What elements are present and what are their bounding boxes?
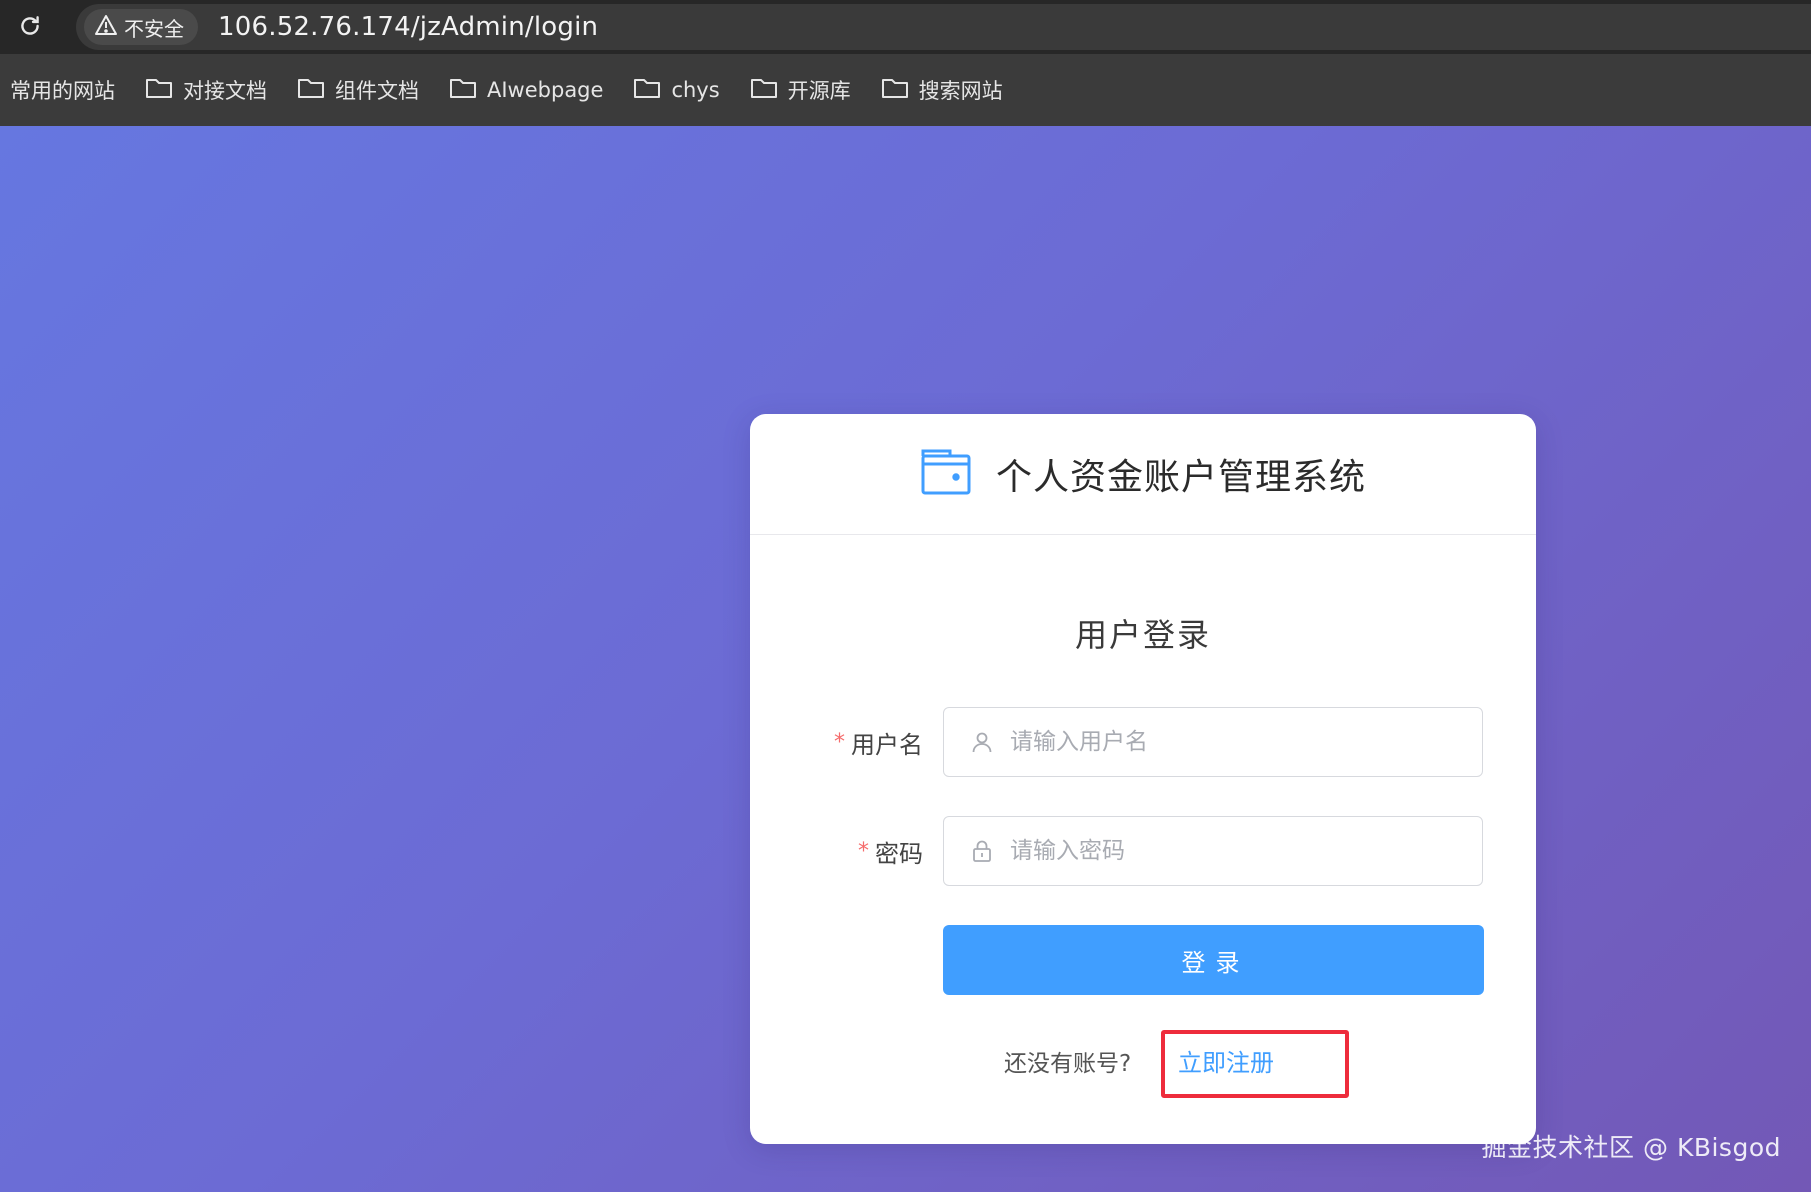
bookmark-folder-component-docs[interactable]: 组件文档 xyxy=(297,75,419,105)
folder-icon xyxy=(881,77,909,104)
folder-icon xyxy=(145,77,173,104)
bookmark-common-sites[interactable]: 常用的网站 xyxy=(10,75,115,105)
bookmark-folder-chys[interactable]: chys xyxy=(633,77,720,104)
bookmark-label: chys xyxy=(671,78,720,102)
password-label: * 密码 xyxy=(858,816,923,886)
url-text[interactable]: 106.52.76.174/jzAdmin/login xyxy=(218,12,598,42)
browser-toolbar: 不安全 106.52.76.174/jzAdmin/login xyxy=(0,0,1811,54)
folder-icon xyxy=(750,77,778,104)
bookmark-folder-aiwebpage[interactable]: AIwebpage xyxy=(449,77,603,104)
user-icon xyxy=(970,730,994,754)
username-field[interactable] xyxy=(943,707,1483,777)
highlight-annotation-box xyxy=(1161,1030,1349,1098)
bookmark-label: 常用的网站 xyxy=(10,79,115,103)
password-label-text: 密码 xyxy=(875,839,923,868)
login-card: 个人资金账户管理系统 用户登录 * 用户名 * 密码 xyxy=(750,414,1536,1144)
lock-icon xyxy=(970,839,994,863)
password-field[interactable] xyxy=(943,816,1483,886)
folder-icon xyxy=(633,77,661,104)
register-row: 还没有账号? 立即注册 xyxy=(750,1026,1536,1098)
bookmark-label: 开源库 xyxy=(787,79,851,103)
bookmark-folder-open-source[interactable]: 开源库 xyxy=(750,75,851,105)
username-row: * 用户名 xyxy=(750,707,1536,777)
bookmark-label: AIwebpage xyxy=(487,78,604,102)
warning-icon xyxy=(94,14,118,41)
login-title: 用户登录 xyxy=(1074,616,1211,654)
wallet-icon xyxy=(920,448,972,500)
bookmark-folder-api-docs[interactable]: 对接文档 xyxy=(145,75,267,105)
required-mark: * xyxy=(834,729,845,755)
reload-icon[interactable] xyxy=(16,12,44,40)
username-label-text: 用户名 xyxy=(851,730,923,759)
system-title: 个人资金账户管理系统 xyxy=(995,457,1366,498)
bookmark-label: 组件文档 xyxy=(335,79,419,103)
required-mark: * xyxy=(858,838,869,864)
folder-icon xyxy=(297,77,325,104)
username-input[interactable] xyxy=(1008,711,1482,773)
security-chip[interactable]: 不安全 xyxy=(84,9,198,45)
username-label: * 用户名 xyxy=(834,707,923,777)
folder-icon xyxy=(449,77,477,104)
watermark: 掘金技术社区 @ KBisgod xyxy=(1481,1133,1781,1162)
password-row: * 密码 xyxy=(750,816,1536,886)
login-button[interactable]: 登录 xyxy=(943,925,1484,995)
security-label: 不安全 xyxy=(124,16,184,41)
bookmark-label: 搜索网站 xyxy=(918,79,1003,103)
card-header: 个人资金账户管理系统 xyxy=(750,414,1536,535)
no-account-text: 还没有账号? xyxy=(1004,1051,1132,1077)
bookmark-label: 对接文档 xyxy=(183,79,267,103)
address-bar[interactable]: 不安全 106.52.76.174/jzAdmin/login xyxy=(76,4,1811,50)
password-input[interactable] xyxy=(1008,820,1482,882)
bookmarks-bar: 常用的网站 对接文档 组件文档 AIwebpage chys 开源库 搜索网站 xyxy=(0,54,1811,126)
bookmark-folder-search-sites[interactable]: 搜索网站 xyxy=(881,75,1003,105)
